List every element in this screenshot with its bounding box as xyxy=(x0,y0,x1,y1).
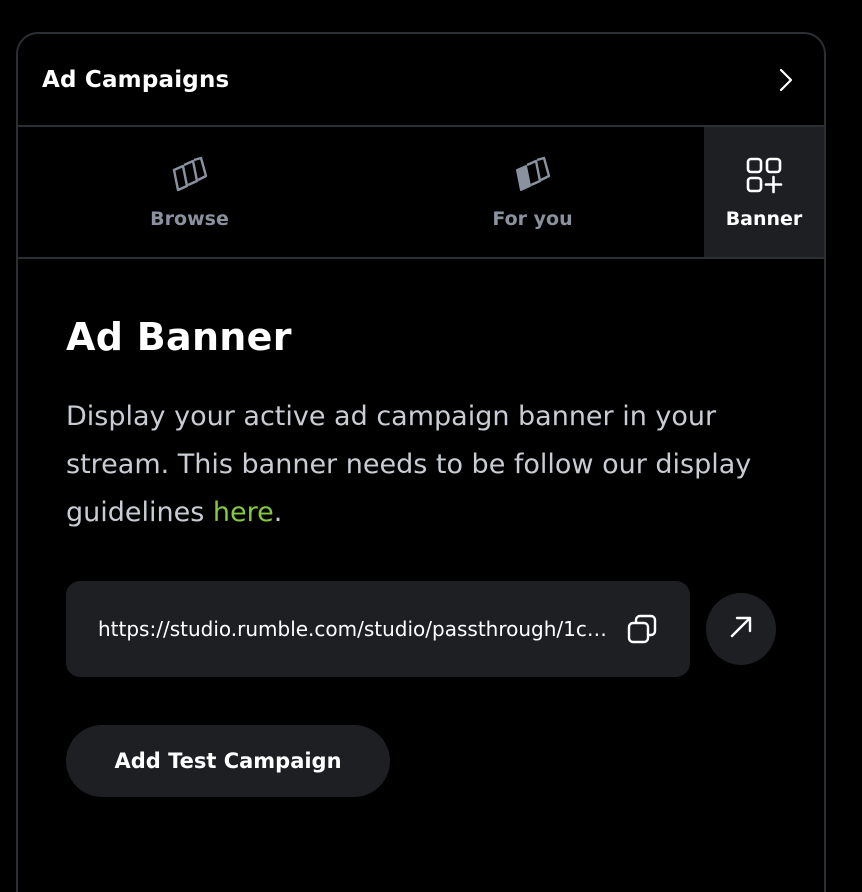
url-row: https://studio.rumble.com/studio/passthr… xyxy=(66,581,776,677)
banner-url-text[interactable]: https://studio.rumble.com/studio/passthr… xyxy=(98,617,608,641)
description-text: Display your active ad campaign banner i… xyxy=(66,401,752,528)
tab-banner[interactable]: Banner xyxy=(704,127,824,257)
add-test-campaign-button[interactable]: Add Test Campaign xyxy=(66,725,390,797)
description-end: . xyxy=(273,497,283,528)
open-url-button[interactable] xyxy=(706,593,776,665)
tab-for-you-label: For you xyxy=(492,208,573,230)
banner-content: Ad Banner Display your active ad campaig… xyxy=(18,259,824,797)
section-heading: Ad Banner xyxy=(66,315,292,359)
ad-campaigns-panel: Ad Campaigns Browse For you Banner Ad Ba… xyxy=(16,32,826,892)
guidelines-link[interactable]: here xyxy=(213,497,274,528)
tab-browse-label: Browse xyxy=(150,208,229,230)
banner-url-field[interactable]: https://studio.rumble.com/studio/passthr… xyxy=(66,581,690,677)
arrow-up-right-icon xyxy=(729,615,753,643)
panel-header[interactable]: Ad Campaigns xyxy=(18,34,824,127)
section-description: Display your active ad campaign banner i… xyxy=(66,393,756,537)
tab-for-you[interactable]: For you xyxy=(361,127,704,257)
panel-title: Ad Campaigns xyxy=(42,66,230,93)
chevron-right-icon[interactable] xyxy=(774,68,798,92)
copy-icon[interactable] xyxy=(626,613,658,645)
stacked-cards-outline-icon xyxy=(169,154,211,196)
tab-browse[interactable]: Browse xyxy=(18,127,361,257)
grid-add-icon xyxy=(743,154,785,196)
tab-bar: Browse For you Banner xyxy=(18,127,824,259)
tab-banner-label: Banner xyxy=(725,208,803,230)
stacked-cards-filled-icon xyxy=(512,154,554,196)
